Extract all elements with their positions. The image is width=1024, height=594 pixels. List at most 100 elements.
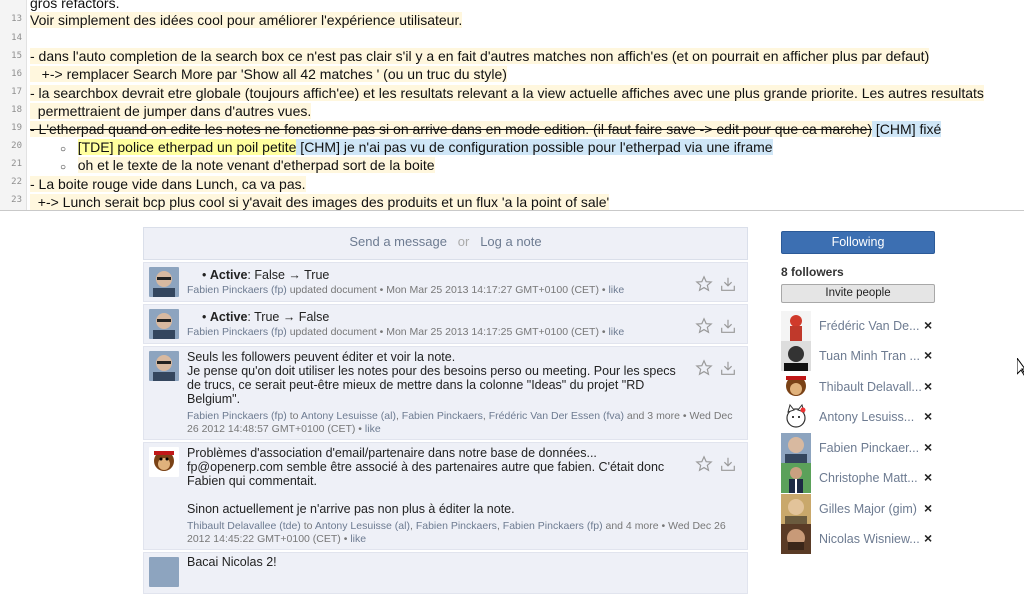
line-number: 18 bbox=[11, 105, 22, 115]
tracked-field: Active bbox=[209, 310, 248, 324]
follower-name[interactable]: Thibault Delavall... bbox=[819, 380, 923, 394]
pad-line[interactable]: ○ oh et le texte de la note venant d'eth… bbox=[60, 156, 1024, 174]
invite-people-button[interactable]: Invite people bbox=[781, 284, 935, 303]
avatar[interactable] bbox=[781, 433, 811, 463]
like-link[interactable]: like bbox=[350, 533, 366, 545]
avatar[interactable] bbox=[149, 309, 179, 339]
remove-follower-icon[interactable]: × bbox=[924, 530, 932, 546]
bullet-icon: ○ bbox=[60, 162, 67, 173]
line-number: 13 bbox=[11, 14, 22, 24]
log-note-link[interactable]: Log a note bbox=[480, 234, 541, 249]
follower-name[interactable]: Gilles Major (gim) bbox=[819, 502, 923, 516]
avatar[interactable] bbox=[149, 447, 179, 477]
avatar[interactable] bbox=[781, 402, 811, 432]
star-icon[interactable] bbox=[695, 455, 713, 473]
line-number: 20 bbox=[11, 141, 22, 151]
pad-line-text: +-> remplacer Search More par 'Show all … bbox=[30, 66, 507, 82]
line-number: 22 bbox=[11, 177, 22, 187]
line-number: 14 bbox=[11, 33, 22, 43]
pad-line[interactable]: - La boite rouge vide dans Lunch, ca va … bbox=[30, 175, 1024, 193]
download-icon[interactable] bbox=[719, 455, 737, 473]
follower-name[interactable]: Frédéric Van De... bbox=[819, 319, 923, 333]
follower-name[interactable]: Nicolas Wisniew... bbox=[819, 532, 923, 546]
recipient-link[interactable]: Frédéric Van Der Essen (fva) bbox=[489, 410, 624, 422]
remove-follower-icon[interactable]: × bbox=[924, 469, 932, 485]
pad-line[interactable]: - dans l'auto completion de la search bo… bbox=[30, 47, 1024, 65]
star-icon[interactable] bbox=[695, 359, 713, 377]
avatar[interactable] bbox=[781, 494, 811, 524]
like-link[interactable]: like bbox=[365, 423, 381, 435]
message-meta: Fabien Pinckaers (fp) to Antony Lesuisse… bbox=[187, 410, 733, 435]
star-icon[interactable] bbox=[695, 275, 713, 293]
author-link[interactable]: Fabien Pinckaers (fp) bbox=[187, 326, 287, 338]
message-body: • Active: True → False bbox=[202, 309, 687, 324]
remove-follower-icon[interactable]: × bbox=[924, 317, 932, 333]
send-message-link[interactable]: Send a message bbox=[349, 234, 447, 249]
download-icon[interactable] bbox=[719, 359, 737, 377]
avatar[interactable] bbox=[781, 372, 811, 402]
follower-item: Tuan Minh Tran ... × bbox=[781, 341, 941, 371]
pad-line[interactable]: permettraient de jumper dans d'autres vu… bbox=[30, 102, 1024, 120]
author-link[interactable]: Thibault Delavallee (tde) bbox=[187, 520, 301, 532]
remove-follower-icon[interactable]: × bbox=[924, 408, 932, 424]
recipient-link[interactable]: Antony Lesuisse (al) bbox=[315, 520, 410, 532]
thread-message: Seuls les followers peuvent éditer et vo… bbox=[143, 346, 748, 440]
avatar[interactable] bbox=[781, 311, 811, 341]
tracked-change: : True → False bbox=[247, 310, 330, 324]
remove-follower-icon[interactable]: × bbox=[924, 500, 932, 516]
star-icon[interactable] bbox=[695, 317, 713, 335]
avatar[interactable] bbox=[149, 351, 179, 381]
pad-line-text: [TDE] police etherpad un poil petite bbox=[77, 139, 297, 155]
thread-message: • Active: True → False Fabien Pinckaers … bbox=[143, 304, 748, 344]
like-link[interactable]: like bbox=[608, 284, 624, 296]
mouse-cursor-icon bbox=[1017, 358, 1024, 376]
like-link[interactable]: like bbox=[608, 326, 624, 338]
thread-message: Bacai Nicolas 2! bbox=[143, 552, 748, 594]
author-link[interactable]: Fabien Pinckaers (fp) bbox=[187, 410, 287, 422]
follower-name[interactable]: Fabien Pinckaer... bbox=[819, 441, 923, 455]
pad-line[interactable]: Voir simplement des idées cool pour amél… bbox=[30, 11, 1024, 29]
remove-follower-icon[interactable]: × bbox=[924, 347, 932, 363]
remove-follower-icon[interactable]: × bbox=[924, 378, 932, 394]
to-text: to bbox=[300, 520, 315, 532]
avatar[interactable] bbox=[781, 341, 811, 371]
avatar[interactable] bbox=[149, 267, 179, 297]
follower-item: Frédéric Van De... × bbox=[781, 311, 941, 341]
download-icon[interactable] bbox=[719, 275, 737, 293]
pad-line-text: oh et le texte de la note venant d'ether… bbox=[77, 157, 435, 173]
pad-line[interactable]: - L'etherpad quand on edite les notes ne… bbox=[30, 120, 1024, 138]
action-text: updated document bbox=[286, 284, 377, 296]
followers-count: 8 followers bbox=[781, 265, 844, 279]
avatar[interactable] bbox=[781, 524, 811, 554]
author-link[interactable]: Fabien Pinckaers (fp) bbox=[187, 284, 287, 296]
download-icon[interactable] bbox=[719, 317, 737, 335]
follower-name[interactable]: Christophe Matt... bbox=[819, 471, 923, 485]
pad-line[interactable]: ○ [TDE] police etherpad un poil petite [… bbox=[60, 138, 1024, 156]
follower-item: Christophe Matt... × bbox=[781, 463, 941, 493]
avatar[interactable] bbox=[149, 557, 179, 587]
follower-item: Nicolas Wisniew... × bbox=[781, 524, 941, 554]
message-meta: Fabien Pinckaers (fp) updated document •… bbox=[187, 326, 624, 338]
pad-line-text: permettraient de jumper dans d'autres vu… bbox=[30, 103, 312, 119]
etherpad-editor[interactable]: gros refactors. 13 Voir simplement des i… bbox=[0, 0, 1024, 211]
pad-line[interactable]: +-> Lunch serait bcp plus cool si y'avai… bbox=[30, 193, 1024, 210]
tracked-field: Active bbox=[209, 268, 248, 282]
avatar[interactable] bbox=[781, 463, 811, 493]
follower-name[interactable]: Tuan Minh Tran ... bbox=[819, 349, 923, 363]
bullet-icon: • bbox=[202, 268, 207, 282]
recipient-link[interactable]: Fabien Pinckaers (fp) bbox=[503, 520, 603, 532]
recipient-link[interactable]: Fabien Pinckaers bbox=[416, 520, 497, 532]
pad-line[interactable]: +-> remplacer Search More par 'Show all … bbox=[30, 65, 1024, 83]
pad-line[interactable]: - la searchbox devrait etre globale (tou… bbox=[30, 84, 1024, 102]
remove-follower-icon[interactable]: × bbox=[924, 439, 932, 455]
line-number: 16 bbox=[11, 69, 22, 79]
message-composer: Send a message or Log a note bbox=[143, 227, 748, 260]
recipient-link[interactable]: Fabien Pinckaers bbox=[402, 410, 483, 422]
pad-line-text: +-> Lunch serait bcp plus cool si y'avai… bbox=[30, 194, 610, 210]
follower-name[interactable]: Antony Lesuiss... bbox=[819, 410, 923, 424]
bullet-icon: ○ bbox=[60, 144, 67, 155]
following-button[interactable]: Following bbox=[781, 231, 935, 254]
thread-message: Problèmes d'association d'email/partenai… bbox=[143, 442, 748, 550]
recipient-link[interactable]: Antony Lesuisse (al) bbox=[301, 410, 396, 422]
message-meta: Thibault Delavallee (tde) to Antony Lesu… bbox=[187, 520, 726, 545]
